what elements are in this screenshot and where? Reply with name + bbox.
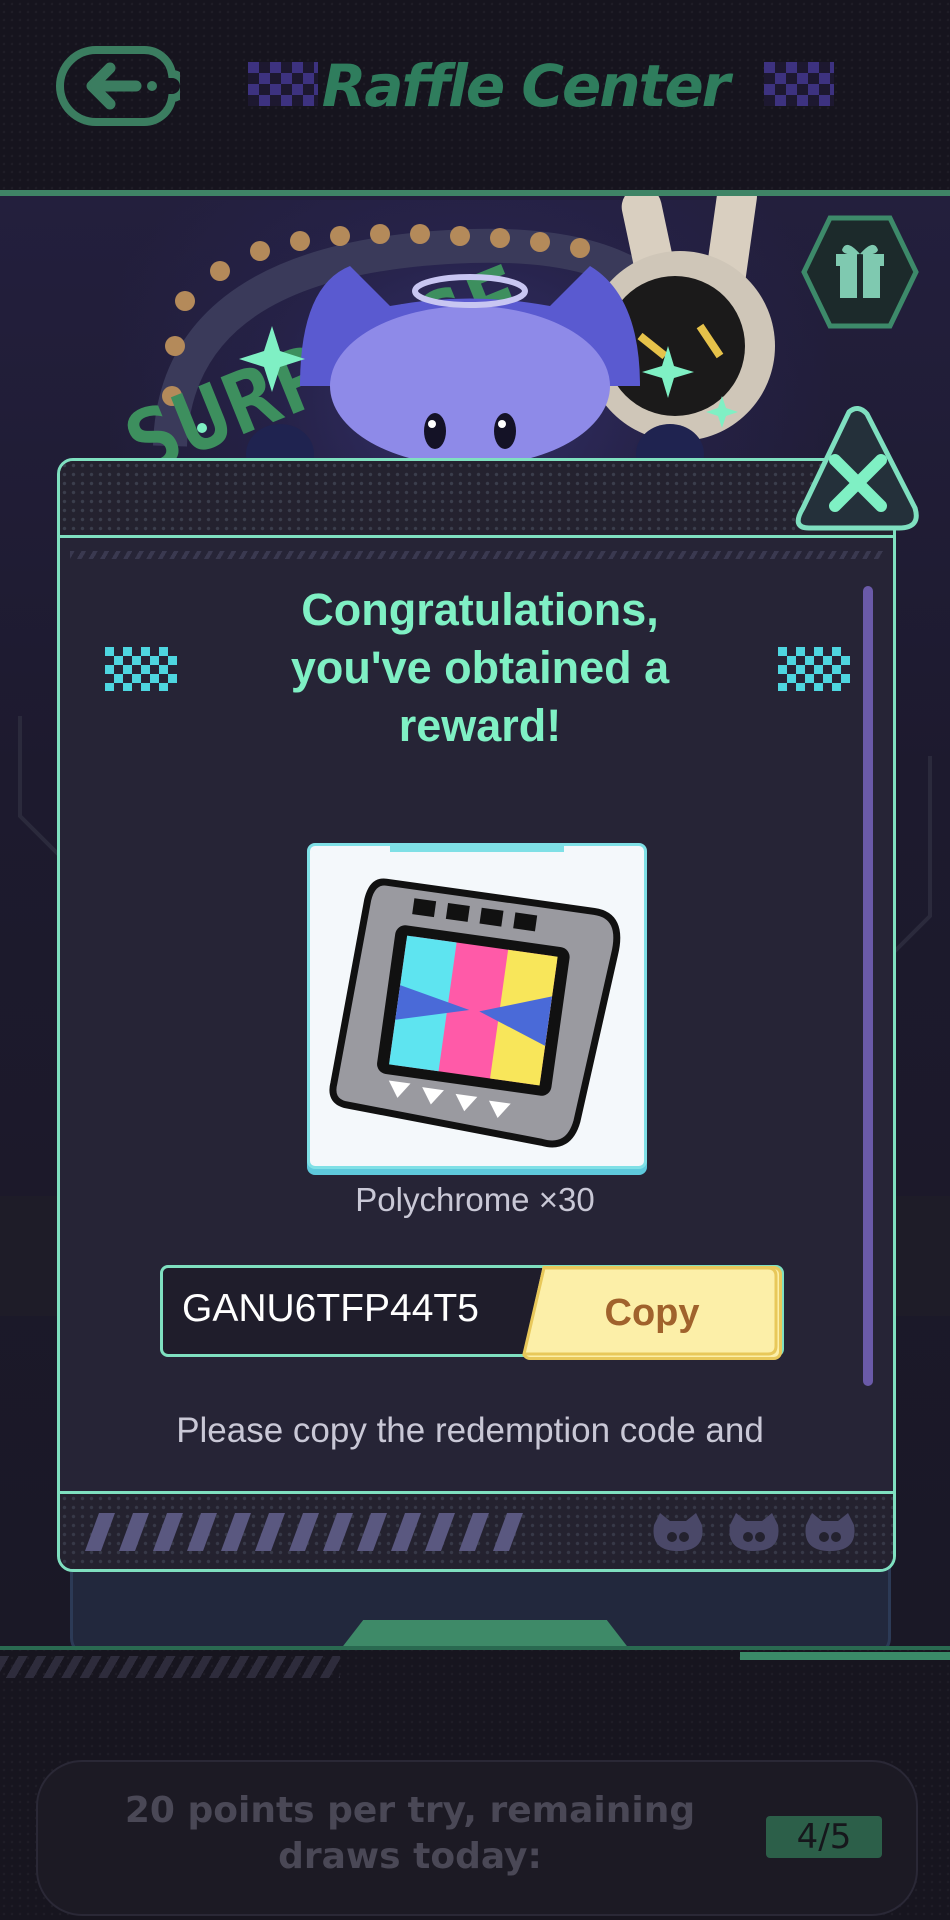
points-per-try-text: 20 points per try, remaining draws today… <box>124 1790 696 1877</box>
cat-face-decor <box>653 1513 855 1551</box>
title-checker-right <box>764 62 834 106</box>
congrats-heading: Congratulations, you've obtained a rewar… <box>290 584 670 751</box>
bottom-divider <box>0 1646 950 1650</box>
reward-name: Polychrome ×30 <box>355 1181 595 1218</box>
scrollbar-thumb[interactable] <box>863 586 873 1386</box>
reward-card <box>307 843 647 1169</box>
close-icon[interactable] <box>795 404 921 536</box>
dialog-slash-decor <box>85 1513 523 1551</box>
reward-dialog: Congratulations, you've obtained a rewar… <box>57 458 896 1572</box>
gift-icon[interactable] <box>800 214 920 330</box>
decor-checker-left <box>105 647 177 691</box>
dialog-top-band <box>60 461 893 538</box>
redemption-hint: Please copy the redemption code and <box>176 1411 764 1450</box>
bottom-hatch <box>0 1656 340 1678</box>
bottom-accent <box>740 1652 950 1660</box>
back-arrow-icon[interactable] <box>56 44 180 128</box>
film-strip-icon <box>329 878 621 1148</box>
copy-button[interactable]: Copy <box>522 1266 782 1360</box>
remaining-draws-badge: 4/5 <box>766 1816 882 1858</box>
redemption-code[interactable]: GANU6TFP44T5 <box>182 1279 522 1339</box>
page-title: Raffle Center <box>321 52 731 120</box>
dialog-stripe <box>70 551 883 559</box>
decor-checker-right <box>778 647 850 691</box>
